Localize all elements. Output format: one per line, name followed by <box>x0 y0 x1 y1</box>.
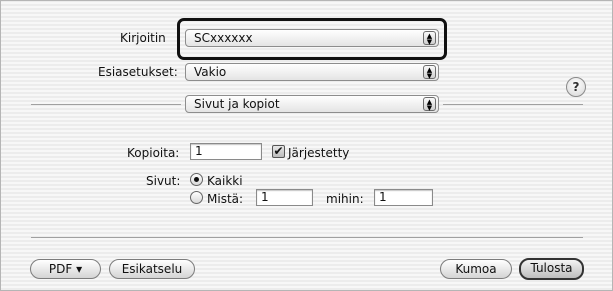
copies-input[interactable]: 1 <box>190 143 262 160</box>
panel-value: Sivut ja kopiot <box>194 97 280 111</box>
bottom-separator <box>31 237 583 238</box>
pages-all-radio[interactable] <box>190 173 203 186</box>
pages-to-label: mihin: <box>326 192 364 206</box>
popup-arrows-icon: ▲ ▼ <box>423 65 436 80</box>
pages-to-input[interactable]: 1 <box>374 189 433 206</box>
collated-label: Järjestetty <box>288 146 350 160</box>
pages-all-label: Kaikki <box>207 174 243 188</box>
help-icon: ? <box>572 80 580 94</box>
cancel-button[interactable]: Kumoa <box>440 259 512 279</box>
presets-value: Vakio <box>194 65 227 79</box>
separator-left <box>31 104 181 105</box>
pages-from-input[interactable]: 1 <box>256 189 313 206</box>
printer-label: Kirjoitin <box>120 31 166 45</box>
printer-highlight-frame <box>177 18 447 60</box>
print-button[interactable]: Tulosta <box>519 258 584 280</box>
preview-button[interactable]: Esikatselu <box>109 259 195 279</box>
checkmark-icon: ✔ <box>273 144 284 158</box>
separator-right <box>443 104 583 105</box>
copies-label: Kopioita: <box>127 146 180 160</box>
help-button[interactable]: ? <box>566 77 586 97</box>
pages-label: Sivut: <box>146 174 181 188</box>
pages-range-radio[interactable] <box>190 191 203 204</box>
radio-selected-dot <box>194 177 199 182</box>
presets-popup[interactable]: Vakio ▲ ▼ <box>185 63 439 81</box>
pages-from-label: Mistä: <box>207 192 244 206</box>
collated-checkbox[interactable]: ✔ <box>272 145 285 158</box>
pdf-button[interactable]: PDF ▾ <box>30 259 101 279</box>
panel-popup[interactable]: Sivut ja kopiot ▲ ▼ <box>185 95 439 113</box>
popup-arrows-icon: ▲ ▼ <box>423 97 436 112</box>
presets-label: Esiasetukset: <box>98 65 178 79</box>
print-dialog: Kirjoitin SCxxxxxx ▲ ▼ Esiasetukset: Vaki… <box>0 0 613 291</box>
